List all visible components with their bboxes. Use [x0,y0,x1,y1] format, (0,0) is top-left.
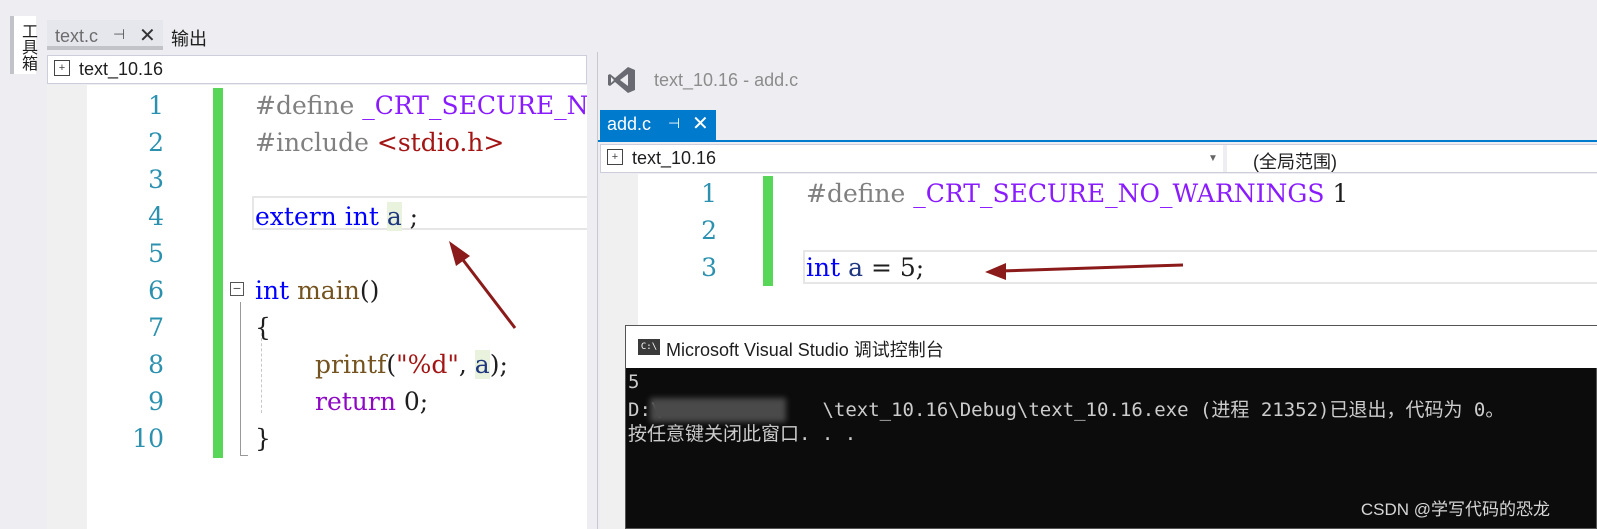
debug-console-window[interactable]: C:\ Microsoft Visual Studio 调试控制台 5 D:\ … [625,325,1597,529]
console-output-line: 5 [628,371,640,393]
console-app-icon: C:\ [638,339,660,355]
arrowhead [985,263,1006,280]
arrowhead [449,241,470,266]
console-title-bar: C:\ Microsoft Visual Studio 调试控制台 [626,326,1597,368]
console-output-line: 按任意键关闭此窗口. . . [628,423,857,445]
redacted-path-blur [650,398,786,422]
arrow-to-extern-var [458,255,517,329]
arrow-to-definition [999,263,1184,273]
console-title: Microsoft Visual Studio 调试控制台 [666,340,944,360]
watermark: CSDN @学写代码的恐龙 [1360,500,1550,519]
